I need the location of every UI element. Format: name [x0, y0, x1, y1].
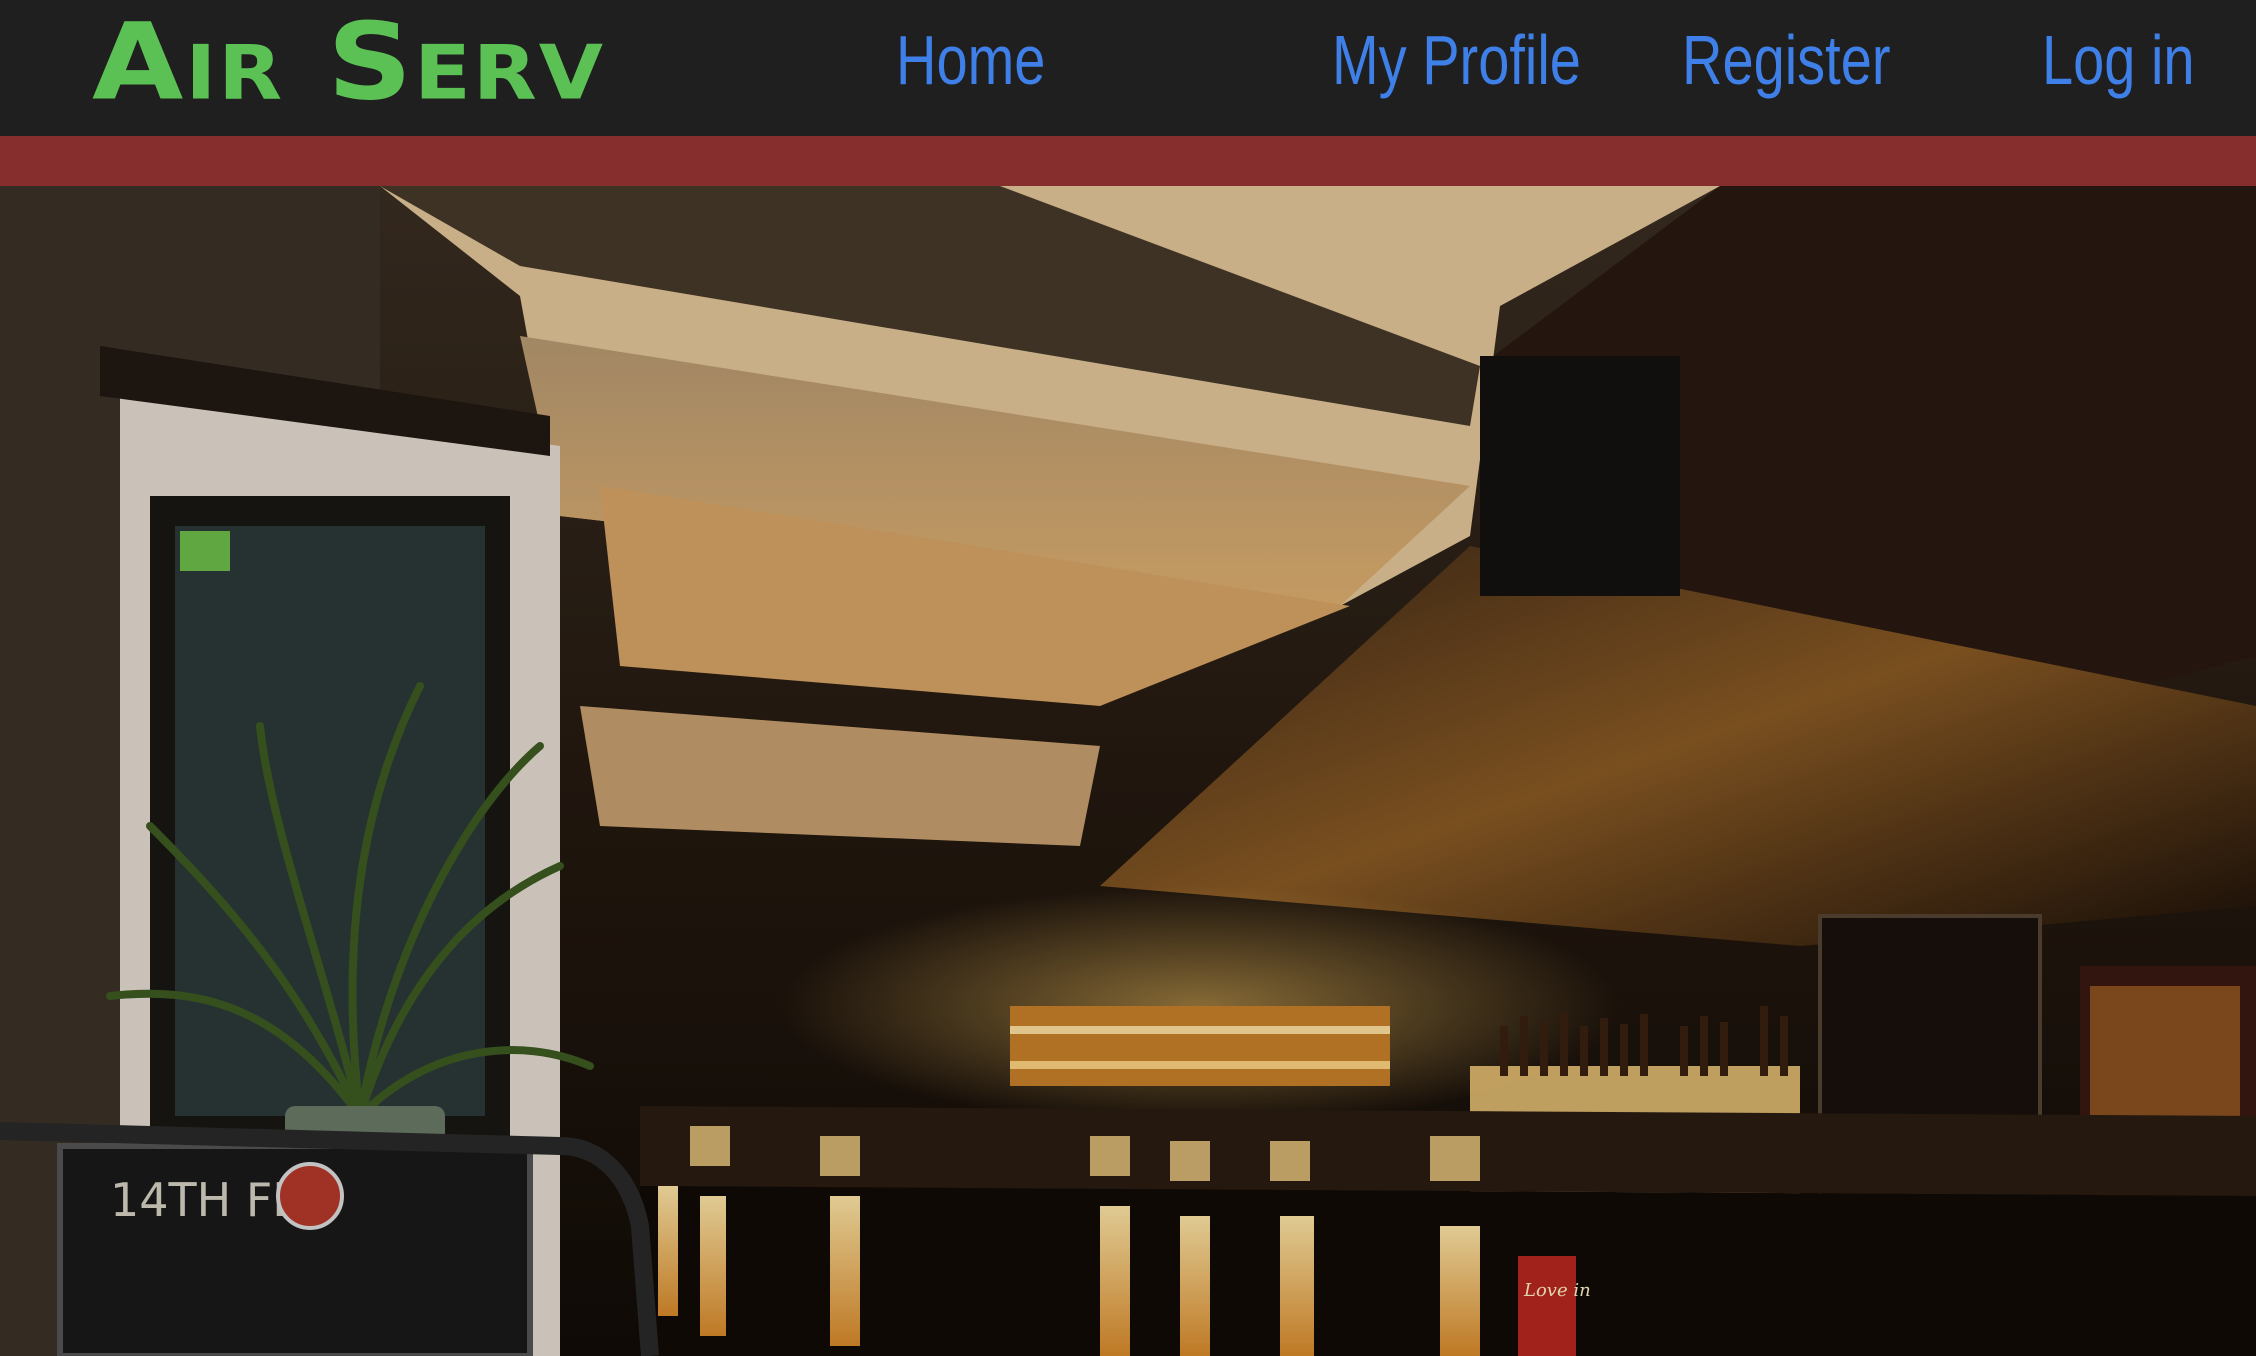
- nav-login-link[interactable]: Log in: [2042, 14, 2195, 106]
- nav-register-link[interactable]: Register: [1682, 14, 1891, 106]
- bar-interior-illustration: 14TH FEB Love in: [0, 186, 2256, 1356]
- top-navbar: Air Serv Home My Profile Register Log in: [0, 0, 2256, 136]
- nav-my-profile-link[interactable]: My Profile: [1332, 14, 1581, 106]
- hero-image: 14TH FEB Love in: [0, 186, 2256, 1356]
- nav-home-link[interactable]: Home: [896, 14, 1045, 106]
- accent-band: [0, 136, 2256, 186]
- brand-logo-link[interactable]: Air Serv: [92, 4, 605, 119]
